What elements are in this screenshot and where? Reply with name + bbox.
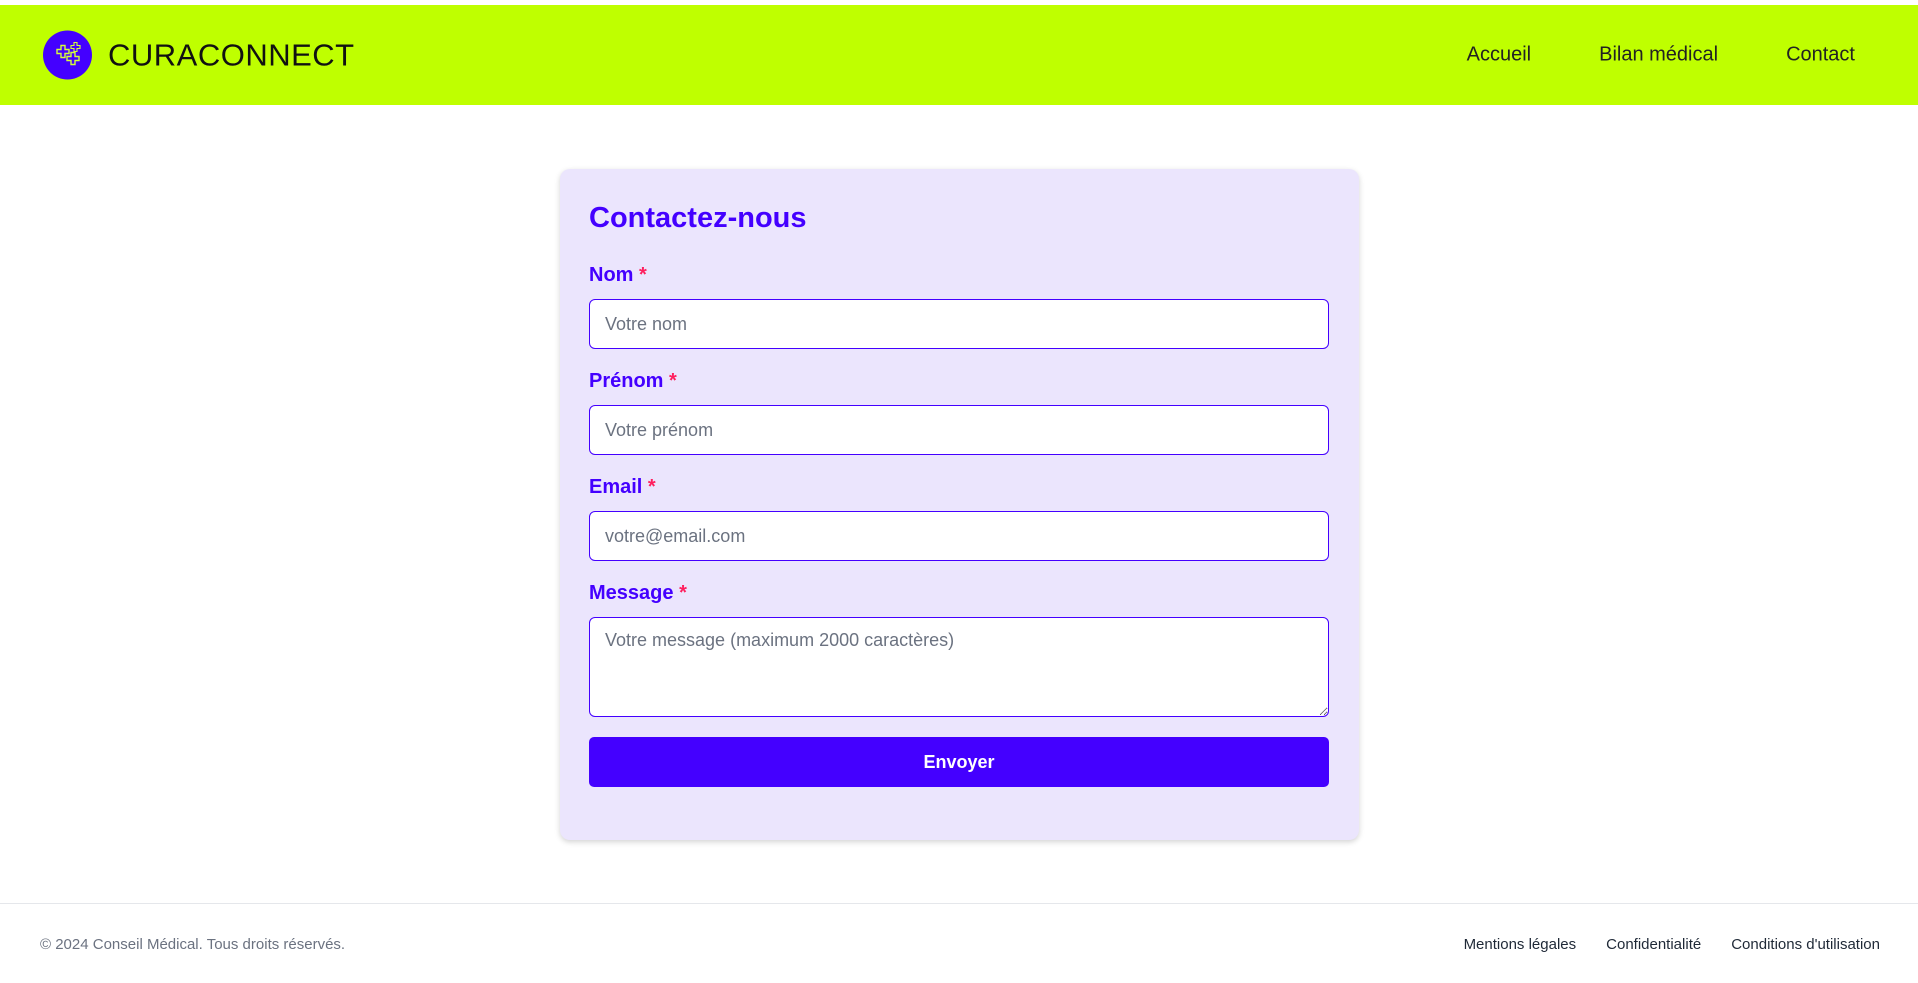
message-group: Message *: [589, 582, 1330, 717]
prenom-label: Prénom *: [589, 370, 1330, 393]
message-label-text: Message: [589, 582, 674, 604]
footer-link-mentions-legales[interactable]: Mentions légales: [1464, 936, 1577, 953]
email-label: Email *: [589, 476, 1330, 499]
message-label: Message *: [589, 582, 1330, 605]
footer-link-confidentialite[interactable]: Confidentialité: [1606, 936, 1701, 953]
site-header: CURACONNECT Accueil Bilan médical Contac…: [0, 5, 1918, 105]
brand-name: CURACONNECT: [108, 37, 355, 72]
prenom-label-text: Prénom: [589, 370, 664, 392]
nom-group: Nom *: [589, 264, 1330, 349]
nav-link-contact[interactable]: Contact: [1786, 44, 1855, 67]
nav-link-bilan-medical[interactable]: Bilan médical: [1599, 44, 1718, 67]
required-marker: *: [639, 264, 647, 286]
prenom-group: Prénom *: [589, 370, 1330, 455]
footer-links: Mentions légales Confidentialité Conditi…: [1434, 936, 1880, 953]
copyright-text: © 2024 Conseil Médical. Tous droits rése…: [40, 936, 346, 953]
email-input[interactable]: [589, 511, 1329, 561]
medical-crosses-icon: [43, 30, 92, 80]
contact-form-card: Contactez-nous Nom * Prénom * Email * Me…: [560, 169, 1359, 840]
required-marker: *: [679, 582, 687, 604]
submit-button[interactable]: Envoyer: [589, 737, 1329, 787]
prenom-input[interactable]: [589, 405, 1329, 455]
form-title: Contactez-nous: [589, 202, 807, 234]
nav-link-accueil[interactable]: Accueil: [1467, 44, 1531, 67]
required-marker: *: [647, 476, 656, 498]
brand-logo-link[interactable]: CURACONNECT: [43, 30, 355, 80]
nom-label-text: Nom: [589, 264, 634, 286]
required-marker: *: [669, 370, 677, 392]
email-label-text: Email: [589, 476, 643, 498]
email-group: Email *: [589, 476, 1330, 561]
footer-link-conditions[interactable]: Conditions d'utilisation: [1731, 936, 1880, 953]
main-nav: Accueil Bilan médical Contact: [1399, 44, 1855, 67]
site-footer: © 2024 Conseil Médical. Tous droits rése…: [0, 903, 1918, 983]
nom-label: Nom *: [589, 264, 1330, 287]
message-textarea[interactable]: [589, 617, 1329, 717]
nom-input[interactable]: [589, 299, 1329, 349]
